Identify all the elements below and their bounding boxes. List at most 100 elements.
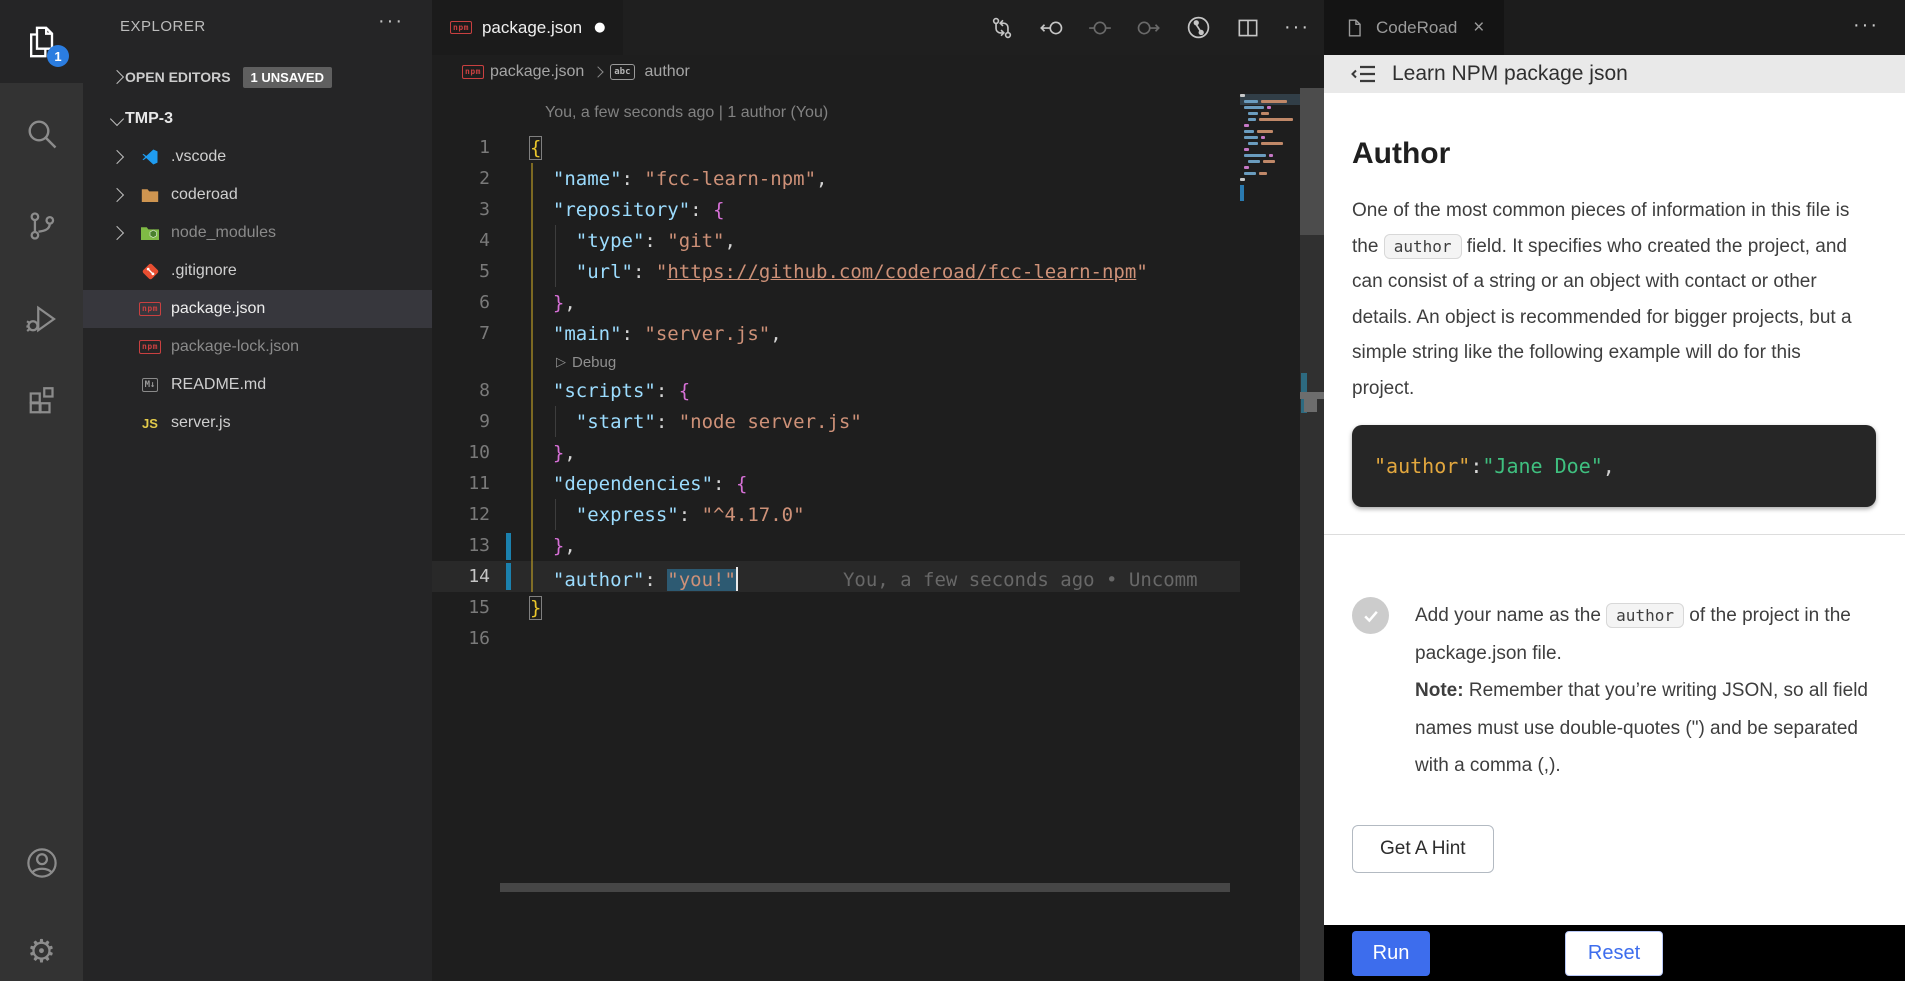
menu-collapse-icon[interactable] bbox=[1350, 62, 1378, 86]
tab-label: package.json bbox=[482, 18, 582, 38]
file-label: server.js bbox=[171, 414, 231, 432]
editor-more-icon[interactable]: ··· bbox=[1284, 16, 1310, 39]
blame-toggle-icon[interactable] bbox=[1087, 15, 1113, 41]
panel-more-icon[interactable]: ··· bbox=[1853, 14, 1879, 37]
line-number: 11 bbox=[432, 473, 516, 494]
next-change-icon[interactable] bbox=[1136, 15, 1162, 41]
breadcrumb-file[interactable]: package.json bbox=[490, 63, 584, 81]
modified-line-marker bbox=[506, 533, 511, 560]
code-line-4[interactable]: 4 "type": "git", bbox=[432, 225, 1240, 256]
account-icon[interactable] bbox=[0, 821, 83, 904]
code-line-12[interactable]: 12 "express": "^4.17.0" bbox=[432, 499, 1240, 530]
line-number: 16 bbox=[432, 628, 516, 649]
npm-icon: npm bbox=[450, 21, 472, 35]
file-icon bbox=[1344, 17, 1366, 39]
file-item-README.md[interactable]: M↓ README.md bbox=[83, 366, 432, 404]
source-control-icon[interactable] bbox=[0, 184, 83, 267]
code-line-6[interactable]: 6 }, bbox=[432, 287, 1240, 318]
js-icon: JS bbox=[137, 416, 163, 431]
npm-icon: npm bbox=[462, 65, 484, 79]
get-hint-button[interactable]: Get A Hint bbox=[1352, 825, 1494, 873]
minimap[interactable] bbox=[1240, 94, 1302, 184]
code-editor[interactable]: 1{2 "name": "fcc-learn-npm",3 "repositor… bbox=[432, 132, 1240, 654]
file-label: coderoad bbox=[171, 186, 238, 204]
file-item-.gitignore[interactable]: .gitignore bbox=[83, 252, 432, 290]
code-line-16[interactable]: 16 bbox=[432, 623, 1240, 654]
line-number: 12 bbox=[432, 504, 516, 525]
settings-gear-icon[interactable]: ⚙ bbox=[0, 909, 83, 981]
run-button[interactable]: Run bbox=[1352, 931, 1430, 976]
file-item-node_modules[interactable]: node_modules bbox=[83, 214, 432, 252]
reset-button[interactable]: Reset bbox=[1565, 931, 1663, 976]
file-label: package.json bbox=[171, 300, 265, 318]
folder-icon bbox=[137, 186, 163, 204]
line-number: 14 bbox=[432, 566, 516, 587]
vertical-scrollbar-slider[interactable] bbox=[1300, 88, 1324, 235]
chevron-right-icon bbox=[110, 150, 124, 164]
file-item-package.json[interactable]: npm package.json bbox=[83, 290, 432, 328]
breadcrumb-symbol[interactable]: author bbox=[645, 63, 690, 81]
chevron-right-icon bbox=[110, 226, 124, 240]
tab-package-json[interactable]: npm package.json ● bbox=[432, 0, 623, 55]
file-item-server.js[interactable]: JS server.js bbox=[83, 404, 432, 442]
overview-ruler-cursor bbox=[1300, 392, 1324, 399]
node-folder-icon bbox=[137, 224, 163, 242]
markdown-icon: M↓ bbox=[137, 378, 163, 393]
line-number: 3 bbox=[432, 199, 516, 220]
code-line-2[interactable]: 2 "name": "fcc-learn-npm", bbox=[432, 163, 1240, 194]
coderoad-footer: Run Reset bbox=[1324, 925, 1905, 981]
modified-dot-icon: ● bbox=[594, 20, 605, 35]
code-line-7[interactable]: 7 "main": "server.js", bbox=[432, 318, 1240, 349]
editor-group: npm package.json ● bbox=[432, 0, 1324, 981]
code-line-3[interactable]: 3 "repository": { bbox=[432, 194, 1240, 225]
file-item-.vscode[interactable]: .vscode bbox=[83, 138, 432, 176]
folder-root-tmp-3[interactable]: TMP-3 bbox=[83, 100, 432, 138]
search-icon[interactable] bbox=[0, 92, 83, 175]
file-label: README.md bbox=[171, 376, 266, 394]
root-folder-label: TMP-3 bbox=[125, 110, 173, 128]
horizontal-scrollbar[interactable] bbox=[500, 883, 1230, 892]
file-item-package-lock.json[interactable]: npmpackage-lock.json bbox=[83, 328, 432, 366]
code-line-1[interactable]: 1{ bbox=[432, 132, 1240, 163]
task-item: Add your name as the author of the proje… bbox=[1352, 597, 1877, 785]
line-number: 15 bbox=[432, 597, 516, 618]
npm-icon: npm bbox=[137, 302, 163, 316]
split-editor-icon[interactable] bbox=[1235, 15, 1261, 41]
code-line-8[interactable]: 8 "scripts": { bbox=[432, 375, 1240, 406]
code-example-block: "author": "Jane Doe", bbox=[1352, 425, 1876, 507]
open-editors-label: OPEN EDITORS bbox=[125, 69, 231, 85]
open-editors-section[interactable]: OPEN EDITORS 1 UNSAVED bbox=[83, 60, 432, 94]
gitlens-file-blame: You, a few seconds ago | 1 author (You) bbox=[545, 104, 828, 122]
explorer-title: EXPLORER bbox=[120, 18, 206, 35]
codelens-debug[interactable]: ▷Debug bbox=[432, 349, 1240, 375]
explorer-more-icon[interactable]: ··· bbox=[378, 10, 404, 33]
tutorial-header: Learn NPM package json bbox=[1324, 55, 1905, 93]
bracket-guide bbox=[531, 163, 533, 592]
gitlens-graph-icon[interactable] bbox=[1185, 14, 1212, 41]
inline-code-author: author bbox=[1384, 234, 1462, 259]
extensions-icon[interactable] bbox=[0, 359, 83, 442]
code-line-11[interactable]: 11 "dependencies": { bbox=[432, 468, 1240, 499]
run-debug-icon[interactable] bbox=[0, 277, 83, 360]
line-number: 10 bbox=[432, 442, 516, 463]
code-line-9[interactable]: 9 "start": "node server.js" bbox=[432, 406, 1240, 437]
prev-change-icon[interactable] bbox=[1038, 15, 1064, 41]
close-icon[interactable]: × bbox=[1473, 17, 1484, 39]
play-outline-icon: ▷ bbox=[556, 355, 566, 370]
code-line-14[interactable]: 14 "author": "you!"You, a few seconds ag… bbox=[432, 561, 1240, 592]
tab-coderoad[interactable]: CodeRoad × bbox=[1324, 0, 1504, 55]
code-line-10[interactable]: 10 }, bbox=[432, 437, 1240, 468]
line-number: 8 bbox=[432, 380, 516, 401]
code-line-15[interactable]: 15} bbox=[432, 592, 1240, 623]
divider bbox=[1324, 534, 1905, 535]
coderoad-tab-label: CodeRoad bbox=[1376, 18, 1457, 38]
vscode-icon bbox=[137, 147, 163, 167]
code-line-13[interactable]: 13 }, bbox=[432, 530, 1240, 561]
tutorial-content: Author One of the most common pieces of … bbox=[1324, 93, 1905, 925]
coderoad-tab-bar: CodeRoad × ··· bbox=[1324, 0, 1905, 55]
git-compare-icon[interactable] bbox=[989, 15, 1015, 41]
editor-actions: ··· bbox=[989, 0, 1310, 55]
file-item-coderoad[interactable]: coderoad bbox=[83, 176, 432, 214]
code-line-5[interactable]: 5 "url": "https://github.com/coderoad/fc… bbox=[432, 256, 1240, 287]
explorer-icon[interactable]: 1 bbox=[0, 0, 83, 83]
